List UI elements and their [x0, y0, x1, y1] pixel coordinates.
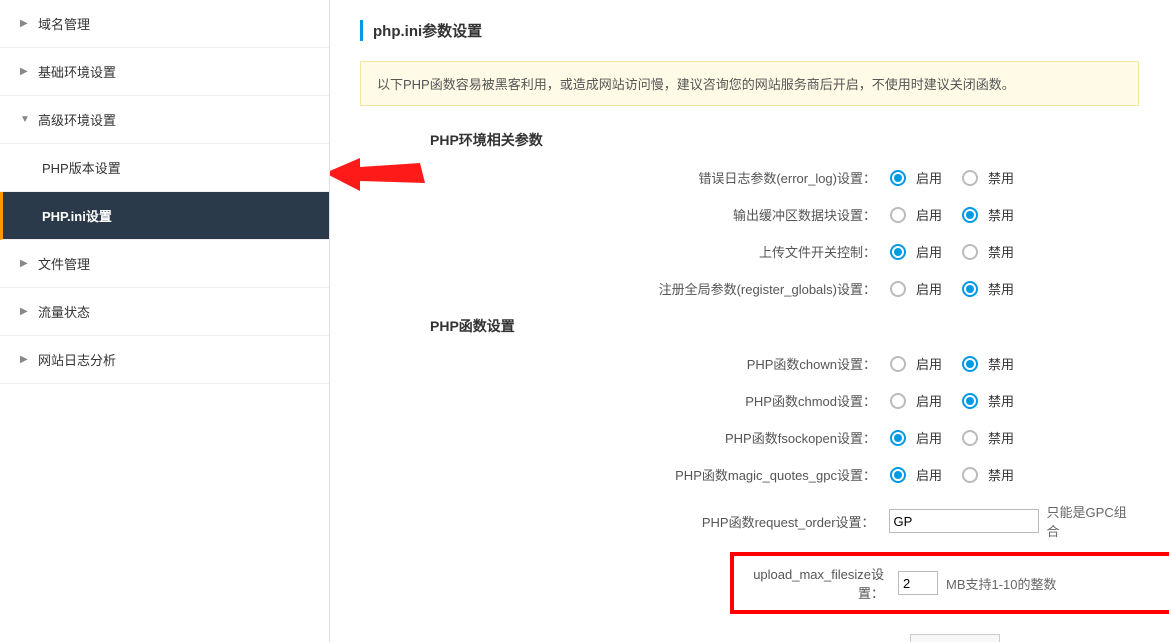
radio-enable[interactable] [890, 467, 906, 483]
upload-max-input[interactable] [898, 571, 938, 595]
sidebar-item-advanced-env[interactable]: ▼ 高级环境设置 [0, 96, 329, 144]
form-label: PHP函数chmod设置： [360, 391, 890, 410]
radio-enable[interactable] [890, 244, 906, 260]
form-label: upload_max_filesize设置： [738, 564, 898, 602]
radio-label-enable: 启用 [916, 205, 942, 224]
radio-disable[interactable] [962, 281, 978, 297]
radio-enable[interactable] [890, 356, 906, 372]
caret-right-icon: ▶ [20, 306, 30, 317]
hint-text: 只能是GPC组合 [1047, 502, 1139, 540]
sidebar-item-label: 基础环境设置 [38, 62, 116, 81]
section-title-env: PHP环境相关参数 [430, 130, 1139, 150]
radio-label-enable: 启用 [916, 354, 942, 373]
sidebar-item-label: PHP版本设置 [42, 161, 121, 176]
form-controls: 启用 禁用 [890, 428, 1028, 447]
sidebar-item-label: 网站日志分析 [38, 350, 116, 369]
warning-banner: 以下PHP函数容易被黑客利用，或造成网站访问慢，建议咨询您的网站服务商后开启，不… [360, 61, 1139, 106]
sidebar-item-traffic[interactable]: ▶ 流量状态 [0, 288, 329, 336]
radio-label-enable: 启用 [916, 168, 942, 187]
sidebar-item-label: 高级环境设置 [38, 110, 116, 129]
radio-label-disable: 禁用 [988, 391, 1014, 410]
form-row: PHP函数fsockopen设置： 启用 禁用 [360, 428, 1139, 447]
form-controls: 启用 禁用 [890, 205, 1028, 224]
radio-label-disable: 禁用 [988, 428, 1014, 447]
form-row: PHP函数magic_quotes_gpc设置： 启用 禁用 [360, 465, 1139, 484]
sidebar: ▶ 域名管理 ▶ 基础环境设置 ▼ 高级环境设置 PHP版本设置 PHP.ini… [0, 0, 330, 642]
radio-label-disable: 禁用 [988, 354, 1014, 373]
sidebar-item-label: 文件管理 [38, 254, 90, 273]
radio-label-disable: 禁用 [988, 465, 1014, 484]
radio-disable[interactable] [962, 467, 978, 483]
form-row: 输出缓冲区数据块设置： 启用 禁用 [360, 205, 1139, 224]
form-row: 上传文件开关控制： 启用 禁用 [360, 242, 1139, 261]
highlight-box: upload_max_filesize设置： MB支持1-10的整数 [730, 552, 1169, 614]
sidebar-item-php-ini[interactable]: PHP.ini设置 [0, 192, 329, 240]
hint-text: MB支持1-10的整数 [946, 574, 1057, 593]
form-label: 注册全局参数(register_globals)设置： [360, 279, 890, 298]
caret-down-icon: ▼ [20, 114, 30, 125]
radio-enable[interactable] [890, 170, 906, 186]
caret-right-icon: ▶ [20, 258, 30, 269]
form-label: PHP函数request_order设置： [360, 512, 889, 531]
radio-label-disable: 禁用 [988, 205, 1014, 224]
form-label: 错误日志参数(error_log)设置： [360, 168, 890, 187]
radio-disable[interactable] [962, 170, 978, 186]
radio-disable[interactable] [962, 244, 978, 260]
form-row: 错误日志参数(error_log)设置： 启用 禁用 [360, 168, 1139, 187]
sidebar-item-label: 流量状态 [38, 302, 90, 321]
request-order-input[interactable] [889, 509, 1039, 533]
form-label: 上传文件开关控制： [360, 242, 890, 261]
radio-enable[interactable] [890, 430, 906, 446]
sidebar-item-files[interactable]: ▶ 文件管理 [0, 240, 329, 288]
radio-label-enable: 启用 [916, 242, 942, 261]
main-content: php.ini参数设置 以下PHP函数容易被黑客利用，或造成网站访问慢，建议咨询… [330, 0, 1169, 642]
caret-right-icon: ▶ [20, 66, 30, 77]
caret-right-icon: ▶ [20, 18, 30, 29]
radio-label-enable: 启用 [916, 279, 942, 298]
form-controls: 启用 禁用 [890, 391, 1028, 410]
sidebar-item-php-version[interactable]: PHP版本设置 [0, 144, 329, 192]
page-title: php.ini参数设置 [360, 20, 1139, 41]
save-button[interactable]: 保存设置 [910, 634, 1000, 642]
radio-enable[interactable] [890, 393, 906, 409]
form-controls: 启用 禁用 [890, 465, 1028, 484]
form-controls: 启用 禁用 [890, 279, 1028, 298]
radio-label-disable: 禁用 [988, 279, 1014, 298]
sidebar-item-label: PHP.ini设置 [42, 209, 112, 224]
form-label: PHP函数magic_quotes_gpc设置： [360, 465, 890, 484]
form-controls: 启用 禁用 [890, 168, 1028, 187]
form-controls: 启用 禁用 [890, 242, 1028, 261]
sidebar-item-label: 域名管理 [38, 14, 90, 33]
sidebar-item-logs[interactable]: ▶ 网站日志分析 [0, 336, 329, 384]
radio-enable[interactable] [890, 207, 906, 223]
radio-disable[interactable] [962, 207, 978, 223]
radio-label-disable: 禁用 [988, 242, 1014, 261]
form-label: PHP函数chown设置： [360, 354, 890, 373]
sidebar-item-domain[interactable]: ▶ 域名管理 [0, 0, 329, 48]
form-label: 输出缓冲区数据块设置： [360, 205, 890, 224]
radio-label-enable: 启用 [916, 465, 942, 484]
section-title-func: PHP函数设置 [430, 316, 1139, 336]
radio-disable[interactable] [962, 356, 978, 372]
form-row: PHP函数chmod设置： 启用 禁用 [360, 391, 1139, 410]
form-label: PHP函数fsockopen设置： [360, 428, 890, 447]
row-request-order: PHP函数request_order设置： 只能是GPC组合 [360, 502, 1139, 540]
form-controls: 启用 禁用 [890, 354, 1028, 373]
sidebar-item-basic-env[interactable]: ▶ 基础环境设置 [0, 48, 329, 96]
form-row: 注册全局参数(register_globals)设置： 启用 禁用 [360, 279, 1139, 298]
caret-right-icon: ▶ [20, 354, 30, 365]
radio-enable[interactable] [890, 281, 906, 297]
radio-disable[interactable] [962, 393, 978, 409]
radio-label-enable: 启用 [916, 428, 942, 447]
row-upload-max: upload_max_filesize设置： MB支持1-10的整数 [738, 564, 1169, 602]
radio-label-enable: 启用 [916, 391, 942, 410]
radio-disable[interactable] [962, 430, 978, 446]
form-row: PHP函数chown设置： 启用 禁用 [360, 354, 1139, 373]
radio-label-disable: 禁用 [988, 168, 1014, 187]
